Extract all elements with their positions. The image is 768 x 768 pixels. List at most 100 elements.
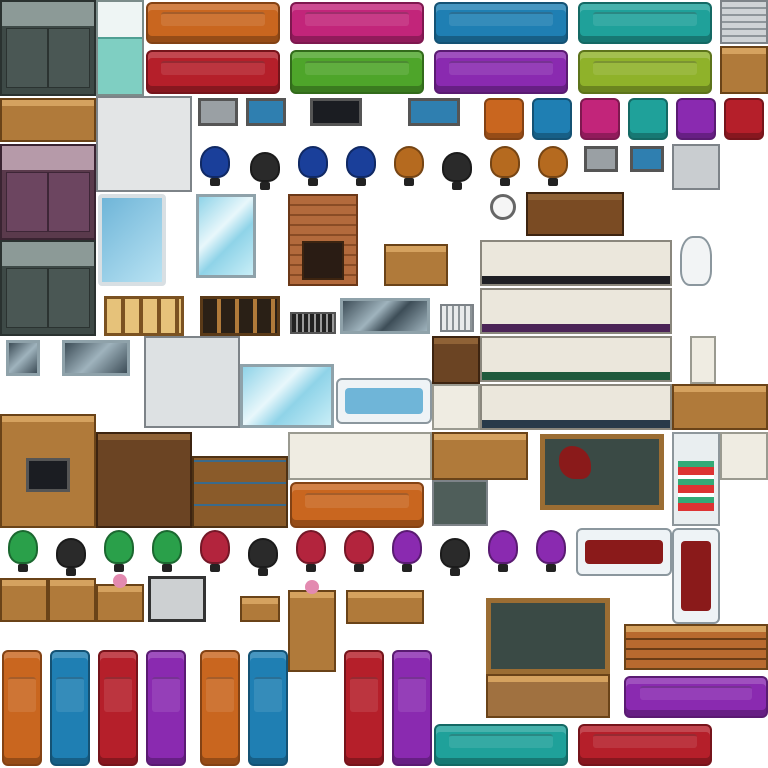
stairs-dark — [148, 576, 206, 622]
locker-purple — [0, 144, 96, 240]
couch-vertical-orange-1 — [2, 650, 42, 766]
office-chair-black-4 — [248, 538, 278, 576]
kitchen-cabinet-white — [96, 96, 192, 192]
kitchen-sinkrow-1 — [480, 240, 672, 286]
bathtub-blood-vertical — [672, 528, 720, 624]
tileset-sheet — [0, 0, 768, 768]
bed-teal — [96, 0, 144, 96]
office-chair-purple-3 — [536, 530, 566, 572]
sofa-orange-long — [290, 482, 424, 528]
shelf-books-low — [672, 384, 768, 430]
office-chair-brown-1 — [394, 146, 424, 186]
office-chair-green-1 — [8, 530, 38, 572]
office-chair-brown-3 — [538, 146, 568, 186]
sofa-teal — [578, 2, 712, 44]
window-wood-light — [104, 296, 184, 336]
couch-vertical-orange-2 — [200, 650, 240, 766]
sink-steel — [672, 144, 720, 190]
sofa-purple-bottom — [624, 676, 768, 718]
office-chair-brown-2 — [490, 146, 520, 186]
sofa-teal-bottom — [434, 724, 568, 766]
tv-black — [310, 98, 362, 126]
pool-tile — [98, 194, 166, 286]
couch-vertical-purple-1 — [146, 650, 186, 766]
office-chair-navy-1 — [200, 146, 230, 186]
counter-white — [432, 384, 480, 430]
low-dresser — [346, 590, 424, 624]
chalkboard-blood — [540, 434, 664, 510]
window-wood-dark — [200, 296, 280, 336]
small-window-2 — [62, 340, 130, 376]
sofa-lime — [578, 50, 712, 94]
armchair-magenta — [580, 98, 620, 140]
wall-clock — [490, 194, 516, 220]
office-chair-black-2 — [442, 152, 472, 190]
brick-fireplace — [288, 194, 358, 286]
sofa-magenta — [290, 2, 424, 44]
shelf-cabinet — [720, 46, 768, 94]
wardrobe-wood — [96, 432, 192, 528]
low-cabinet-1 — [0, 578, 48, 622]
microwave — [720, 432, 768, 480]
water-heater — [690, 336, 716, 384]
office-chair-black-1 — [250, 152, 280, 190]
low-cabinet-2 — [48, 578, 96, 622]
wall-counter — [288, 432, 432, 480]
locker-gray-top — [0, 0, 96, 96]
flower-table — [96, 574, 144, 622]
sofa-red — [146, 50, 280, 94]
couch-vertical-purple-2 — [392, 650, 432, 766]
chalkboard-stand — [486, 674, 610, 718]
sofa-orange — [146, 2, 280, 44]
dresser-wood — [0, 98, 96, 142]
armchair-blue — [532, 98, 572, 140]
aquarium — [408, 98, 460, 126]
office-chair-black-5 — [440, 538, 470, 576]
sofa-purple — [434, 50, 568, 94]
locker-gray-bottom — [0, 240, 96, 336]
couch-vertical-red-2 — [344, 650, 384, 766]
office-chair-green-3 — [152, 530, 182, 572]
sofa-blue — [434, 2, 568, 44]
chalkboard-plain — [486, 598, 610, 674]
office-chair-crimson-2 — [296, 530, 326, 572]
office-chair-navy-3 — [346, 146, 376, 186]
wardrobe-doors — [526, 192, 624, 236]
sofa-crimson-bottom — [578, 724, 712, 766]
vending-fridge — [672, 432, 720, 526]
kitchen-sinkrow-4 — [480, 384, 672, 430]
glass-window-row — [340, 298, 430, 334]
vent-grate — [290, 312, 336, 334]
kitchen-sinkrow-3 — [480, 336, 672, 382]
armchair-orange — [484, 98, 524, 140]
pc-monitor-2 — [630, 146, 664, 172]
armchair-teal — [628, 98, 668, 140]
kitchen-sinkrow-2 — [480, 288, 672, 334]
office-chair-crimson-1 — [200, 530, 230, 572]
armchair-red — [724, 98, 764, 140]
small-table — [384, 244, 448, 286]
blinds — [720, 0, 768, 44]
laptop-gray — [198, 98, 238, 126]
toilet — [680, 236, 712, 286]
glass-table — [240, 364, 334, 428]
bathtub-blood — [576, 528, 672, 576]
small-window-1 — [6, 340, 40, 376]
office-chair-crimson-3 — [344, 530, 374, 572]
office-chair-navy-2 — [298, 146, 328, 186]
couch-vertical-red-1 — [98, 650, 138, 766]
bathtub-water — [336, 378, 432, 424]
couch-vertical-blue-2 — [248, 650, 288, 766]
office-chair-green-2 — [104, 530, 134, 572]
armchair-purple — [676, 98, 716, 140]
tv-cabinet-wood — [0, 414, 96, 528]
bookshelf — [192, 456, 288, 528]
pc-monitor-1 — [584, 146, 618, 172]
couch-vertical-blue-1 — [50, 650, 90, 766]
sofa-green — [290, 50, 424, 94]
bench-wood — [624, 624, 768, 670]
dresser-top — [432, 432, 528, 480]
office-chair-black-3 — [56, 538, 86, 576]
laptop-blue — [246, 98, 286, 126]
glass-pane — [196, 194, 256, 278]
